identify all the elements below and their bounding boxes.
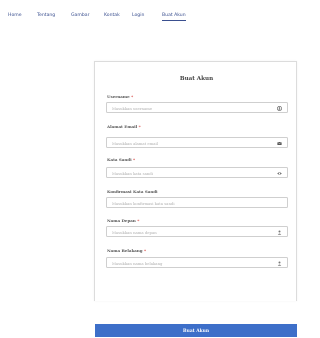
nav-buat-akun-link[interactable]: Buat Akun: [162, 13, 186, 21]
username-input[interactable]: Masukkan username: [106, 102, 288, 113]
email-placeholder: Masukkan alamat email: [112, 140, 158, 146]
required-mark: *: [143, 248, 147, 253]
top-nav: Home Tentang Gambar Kontak Login Buat Ak…: [0, 13, 301, 25]
password-placeholder: Masukkan kata sandi: [112, 170, 153, 176]
required-mark: *: [131, 94, 134, 99]
first-name-label: Nama Depan *: [107, 218, 140, 223]
last-name-label: Nama Belakang *: [107, 248, 147, 253]
username-label: Username *: [107, 94, 134, 99]
submit-button[interactable]: Buat Akun: [95, 324, 297, 337]
password-label: Kata Sandi *: [107, 157, 136, 162]
last-name-placeholder: Masukkan nama belakang: [112, 260, 163, 266]
email-label: Alamat Email *: [107, 124, 141, 129]
email-input[interactable]: Masukkan alamat email: [106, 137, 288, 148]
eye-icon[interactable]: [277, 171, 282, 176]
person-icon: [277, 230, 282, 235]
username-placeholder: Masukkan username: [112, 105, 153, 111]
required-mark: *: [133, 157, 136, 162]
user-circle-icon: [277, 106, 282, 111]
nav-gambar-link[interactable]: Gambar: [71, 13, 89, 19]
confirm-password-placeholder: Masukkan konfirmasi kata sandi: [112, 200, 175, 206]
nav-tentang-link[interactable]: Tentang: [37, 13, 55, 19]
form-title: Buat Akun: [179, 76, 214, 82]
required-mark: *: [137, 218, 140, 223]
last-name-input[interactable]: Masukkan nama belakang: [106, 257, 288, 268]
confirm-password-label: Konfirmasi Kata Sandi: [107, 189, 158, 194]
password-input[interactable]: Masukkan kata sandi: [106, 167, 288, 178]
required-mark: *: [138, 124, 141, 129]
confirm-password-input[interactable]: Masukkan konfirmasi kata sandi: [106, 197, 288, 208]
first-name-input[interactable]: Masukkan nama depan: [106, 226, 288, 237]
nav-login-link[interactable]: Login: [132, 13, 144, 19]
register-card: Buat Akun Username * Masukkan username A…: [94, 61, 297, 337]
first-name-placeholder: Masukkan nama depan: [112, 229, 157, 235]
nav-home-link[interactable]: Home: [8, 13, 22, 19]
envelope-icon: [277, 141, 282, 145]
nav-kontak-link[interactable]: Kontak: [104, 13, 120, 19]
person-icon: [277, 261, 282, 266]
